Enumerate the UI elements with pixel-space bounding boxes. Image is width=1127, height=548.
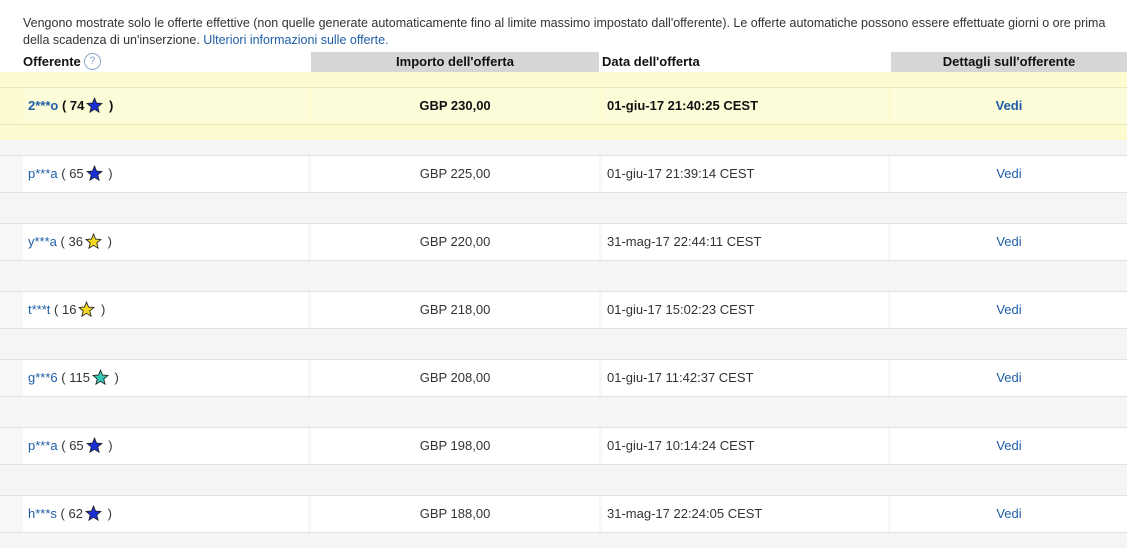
paren-close: ) — [104, 166, 113, 181]
view-bidder-details-link[interactable]: Vedi — [996, 506, 1021, 521]
bid-amount: GBP 218,00 — [311, 292, 599, 328]
paren-open: ( — [56, 234, 69, 249]
bidder-username-link[interactable]: y***a — [28, 234, 57, 249]
bidder-username-link[interactable]: p***a — [28, 438, 58, 453]
table-row: t***t ( 16 ) GBP 218,00 01-giu-17 15:02:23… — [0, 276, 1127, 344]
bid-amount: GBP 208,00 — [311, 360, 599, 396]
table-row: p***a ( 65 ) GBP 198,00 01-giu-17 10:14:24… — [0, 412, 1127, 480]
blue-star-icon — [85, 165, 103, 182]
view-bidder-details-link[interactable]: Vedi — [996, 438, 1021, 453]
paren-open: ( — [56, 506, 69, 521]
paren-open: ( — [50, 302, 62, 317]
table-row: 2***o ( 74 ) GBP 230,00 01-giu-17 21:40:25… — [0, 72, 1127, 140]
table-row-content: h***s ( 62 ) GBP 188,00 31-mag-17 22:24:05… — [0, 495, 1127, 533]
bidder-details-cell: Vedi — [891, 224, 1127, 260]
bidder-username-link[interactable]: g***6 — [28, 370, 58, 385]
bid-amount: GBP 225,00 — [311, 156, 599, 192]
bidder-username-link[interactable]: t***t — [28, 302, 50, 317]
note-line-2-text: della scadenza di un'inserzione. — [23, 33, 200, 47]
header-details: Dettagli sull'offerente — [891, 52, 1127, 72]
table-row-content: p***a ( 65 ) GBP 225,00 01-giu-17 21:39:14… — [0, 155, 1127, 193]
bidder-cell: h***s ( 62 ) — [23, 496, 308, 532]
view-bidder-details-link[interactable]: Vedi — [996, 98, 1023, 113]
note-line-1: Vengono mostrate solo le offerte effetti… — [23, 16, 1106, 30]
bidder-username-link[interactable]: h***s — [28, 506, 57, 521]
paren-close: ) — [103, 234, 112, 249]
bidder-details-cell: Vedi — [891, 360, 1127, 396]
table-row-content: p***a ( 65 ) GBP 198,00 01-giu-17 10:14:24… — [0, 427, 1127, 465]
feedback-score[interactable]: 65 — [69, 166, 83, 181]
bidder-cell: y***a ( 36 ) — [23, 224, 308, 260]
paren-close: ) — [110, 370, 119, 385]
bid-amount: GBP 230,00 — [311, 88, 599, 124]
table-row: h***s ( 62 ) GBP 188,00 31-mag-17 22:24:05… — [0, 480, 1127, 548]
bidder-cell: t***t ( 16 ) — [23, 292, 308, 328]
table-row-content: 2***o ( 74 ) GBP 230,00 01-giu-17 21:40:25… — [0, 87, 1127, 125]
bid-amount: GBP 220,00 — [311, 224, 599, 260]
header-bidder-label: Offerente — [23, 54, 81, 69]
table-row: p***a ( 65 ) GBP 225,00 01-giu-17 21:39:14… — [0, 140, 1127, 208]
bidder-cell: 2***o ( 74 ) — [23, 88, 308, 124]
blue-star-icon — [84, 505, 102, 522]
paren-close: ) — [104, 438, 113, 453]
view-bidder-details-link[interactable]: Vedi — [996, 234, 1021, 249]
more-info-link[interactable]: Ulteriori informazioni sulle offerte. — [203, 33, 388, 47]
bidder-details-cell: Vedi — [891, 292, 1127, 328]
view-bidder-details-link[interactable]: Vedi — [996, 370, 1021, 385]
bid-date: 31-mag-17 22:44:11 CEST — [602, 224, 888, 260]
table-row: g***6 ( 115 ) GBP 208,00 01-giu-17 11:42:3… — [0, 344, 1127, 412]
bidder-details-cell: Vedi — [891, 496, 1127, 532]
bid-amount: GBP 198,00 — [311, 428, 599, 464]
bidder-username-link[interactable]: 2***o — [28, 98, 58, 113]
feedback-score[interactable]: 36 — [68, 234, 82, 249]
note-line-2: della scadenza di un'inserzione. Ulterio… — [23, 32, 1127, 49]
paren-close: ) — [97, 302, 106, 317]
paren-open: ( — [57, 166, 70, 181]
paren-open: ( — [58, 98, 70, 113]
bid-amount: GBP 188,00 — [311, 496, 599, 532]
bid-date: 31-mag-17 22:24:05 CEST — [602, 496, 888, 532]
turquoise-star-icon — [91, 369, 109, 386]
header-amount[interactable]: Importo dell'offerta — [311, 52, 599, 72]
feedback-score[interactable]: 74 — [70, 98, 84, 113]
bidder-cell: p***a ( 65 ) — [23, 428, 308, 464]
bid-date: 01-giu-17 21:39:14 CEST — [602, 156, 888, 192]
paren-close: ) — [105, 98, 114, 113]
bidder-details-cell: Vedi — [891, 156, 1127, 192]
feedback-score[interactable]: 16 — [62, 302, 76, 317]
header-date[interactable]: Data dell'offerta — [602, 52, 888, 72]
header-bidder: Offerente? — [23, 52, 308, 72]
help-icon[interactable]: ? — [83, 53, 101, 71]
blue-star-icon — [86, 97, 104, 114]
feedback-score[interactable]: 62 — [68, 506, 82, 521]
bidder-details-cell: Vedi — [891, 88, 1127, 124]
bidder-details-cell: Vedi — [891, 428, 1127, 464]
yellow-star-icon — [84, 233, 102, 250]
paren-open: ( — [57, 438, 70, 453]
paren-close: ) — [103, 506, 112, 521]
feedback-score[interactable]: 115 — [69, 370, 90, 385]
bid-date: 01-giu-17 21:40:25 CEST — [602, 88, 888, 124]
bid-date: 01-giu-17 11:42:37 CEST — [602, 360, 888, 396]
bid-date: 01-giu-17 15:02:23 CEST — [602, 292, 888, 328]
feedback-score[interactable]: 65 — [69, 438, 83, 453]
table-row-content: g***6 ( 115 ) GBP 208,00 01-giu-17 11:42:3… — [0, 359, 1127, 397]
view-bidder-details-link[interactable]: Vedi — [996, 166, 1021, 181]
bidder-cell: p***a ( 65 ) — [23, 156, 308, 192]
bid-history-note: Vengono mostrate solo le offerte effetti… — [23, 15, 1127, 49]
table-row: y***a ( 36 ) GBP 220,00 31-mag-17 22:44:11… — [0, 208, 1127, 276]
bid-date: 01-giu-17 10:14:24 CEST — [602, 428, 888, 464]
blue-star-icon — [85, 437, 103, 454]
view-bidder-details-link[interactable]: Vedi — [996, 302, 1021, 317]
bidder-cell: g***6 ( 115 ) — [23, 360, 308, 396]
table-row-content: y***a ( 36 ) GBP 220,00 31-mag-17 22:44:11… — [0, 223, 1127, 261]
paren-open: ( — [57, 370, 70, 385]
bidder-username-link[interactable]: p***a — [28, 166, 58, 181]
table-row-content: t***t ( 16 ) GBP 218,00 01-giu-17 15:02:23… — [0, 291, 1127, 329]
table-header: Offerente? Importo dell'offerta Data del… — [0, 52, 1127, 72]
yellow-star-icon — [78, 301, 96, 318]
